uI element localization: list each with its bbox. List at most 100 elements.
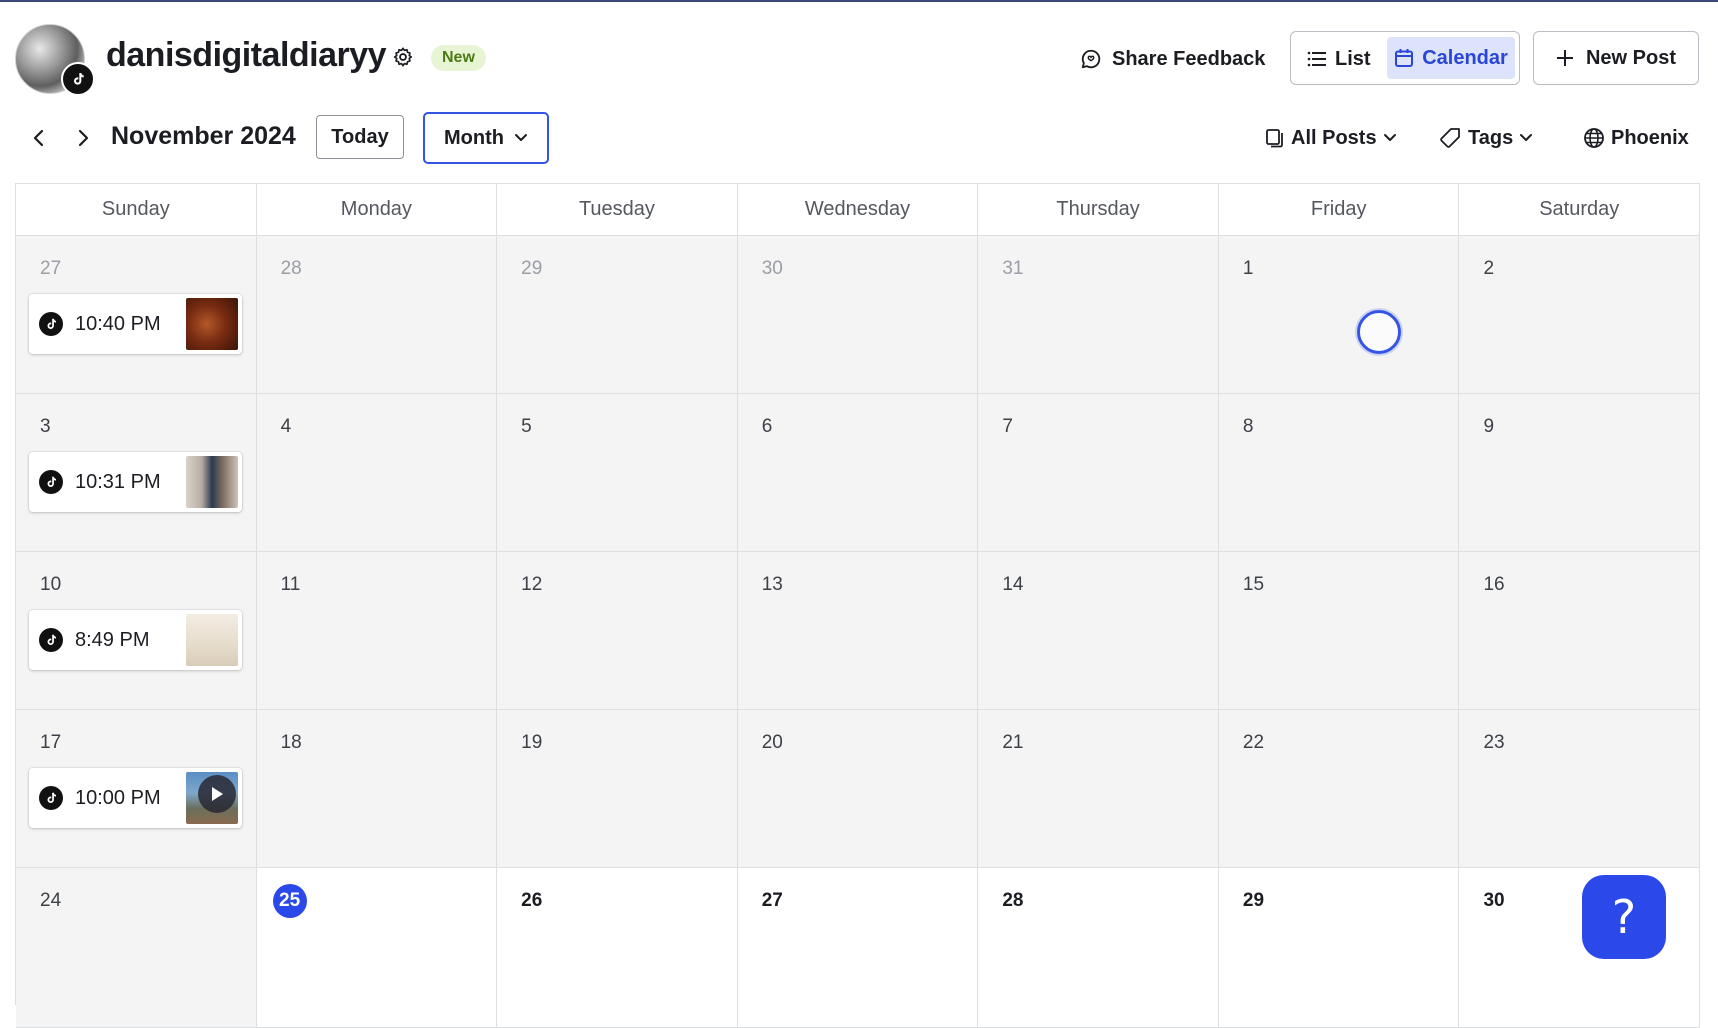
- tiktok-icon: [61, 62, 95, 96]
- day-cell[interactable]: 29: [1218, 868, 1460, 1028]
- new-post-button[interactable]: New Post: [1533, 31, 1699, 85]
- play-icon: [198, 775, 236, 813]
- chevron-right-icon[interactable]: [72, 124, 94, 152]
- day-cell[interactable]: 2: [1459, 236, 1701, 394]
- scheduled-post[interactable]: 8:49 PM: [29, 610, 242, 670]
- day-cell[interactable]: 22: [1218, 710, 1460, 868]
- day-cell[interactable]: 9: [1459, 394, 1701, 552]
- day-number: 31: [1002, 258, 1024, 279]
- day-cell[interactable]: 7: [978, 394, 1219, 552]
- day-cell[interactable]: 23: [1459, 710, 1701, 868]
- weekday-saturday: Saturday: [1459, 184, 1701, 236]
- day-cell[interactable]: 26: [497, 868, 738, 1028]
- day-cell[interactable]: 30: [737, 236, 979, 394]
- day-cell[interactable]: 3 10:31 PM: [16, 394, 257, 552]
- day-cell[interactable]: 14: [978, 552, 1219, 710]
- day-cell[interactable]: 5: [497, 394, 738, 552]
- day-cell[interactable]: 8: [1218, 394, 1460, 552]
- view-mode-label: Month: [444, 126, 504, 149]
- today-button[interactable]: Today: [316, 115, 404, 159]
- day-cell[interactable]: 4: [256, 394, 498, 552]
- day-number: 28: [1002, 890, 1024, 911]
- tiktok-icon: [39, 470, 63, 494]
- day-number: 8: [1242, 416, 1254, 437]
- month-calendar: Sunday Monday Tuesday Wednesday Thursday…: [15, 183, 1701, 1028]
- day-number: 30: [761, 258, 783, 279]
- list-view-button[interactable]: List: [1307, 42, 1371, 76]
- timezone-selector[interactable]: Phoenix: [1583, 122, 1689, 154]
- day-number: 20: [761, 732, 783, 753]
- day-number: 24: [40, 890, 62, 911]
- day-cell[interactable]: 1: [1218, 236, 1460, 394]
- gear-icon[interactable]: [392, 46, 414, 68]
- day-cell-today[interactable]: 25: [256, 868, 498, 1028]
- new-post-label: New Post: [1585, 46, 1677, 69]
- weekday-friday: Friday: [1218, 184, 1460, 236]
- day-cell[interactable]: 15: [1218, 552, 1460, 710]
- scheduled-post[interactable]: 10:00 PM: [29, 768, 242, 828]
- day-cell[interactable]: 16: [1459, 552, 1701, 710]
- post-time: 10:40 PM: [75, 312, 161, 335]
- tiktok-icon: [39, 786, 63, 810]
- day-number: 11: [280, 574, 301, 595]
- day-number: 12: [521, 574, 543, 595]
- day-number: 22: [1242, 732, 1265, 753]
- day-cell[interactable]: 28: [256, 236, 498, 394]
- day-cell[interactable]: 29: [497, 236, 738, 394]
- tags-filter[interactable]: Tags: [1440, 122, 1533, 154]
- share-feedback-button[interactable]: Share Feedback: [1080, 42, 1265, 76]
- day-number: 27: [40, 258, 62, 279]
- new-badge: New: [431, 45, 486, 71]
- day-number: 2: [1483, 258, 1495, 279]
- chevron-down-icon: [1520, 134, 1533, 141]
- day-cell[interactable]: 18: [256, 710, 498, 868]
- day-number: 29: [1242, 890, 1265, 911]
- day-number: 6: [761, 416, 773, 437]
- day-cell[interactable]: 31: [978, 236, 1219, 394]
- day-number: 1: [1242, 258, 1254, 279]
- all-posts-filter[interactable]: All Posts: [1265, 122, 1397, 154]
- scheduled-post[interactable]: 10:31 PM: [29, 452, 242, 512]
- view-mode-dropdown[interactable]: Month: [423, 112, 549, 164]
- day-cell[interactable]: 28: [978, 868, 1219, 1028]
- weekday-header: Sunday Monday Tuesday Wednesday Thursday…: [16, 184, 1701, 236]
- day-cell[interactable]: 13: [737, 552, 979, 710]
- post-time: 10:31 PM: [75, 470, 161, 493]
- tiktok-icon: [39, 312, 63, 336]
- weekday-thursday: Thursday: [978, 184, 1219, 236]
- chat-icon: [1081, 49, 1101, 69]
- scheduled-post[interactable]: 10:40 PM: [29, 294, 242, 354]
- day-number: 29: [521, 258, 543, 279]
- day-cell[interactable]: 27 10:40 PM: [16, 236, 257, 394]
- day-cell[interactable]: 11: [256, 552, 498, 710]
- chevron-down-icon: [514, 134, 527, 141]
- share-feedback-label: Share Feedback: [1112, 47, 1266, 70]
- day-number: 7: [1002, 416, 1013, 437]
- day-cell[interactable]: 6: [737, 394, 979, 552]
- tags-label: Tags: [1468, 126, 1514, 149]
- day-number: 28: [280, 258, 302, 279]
- day-number: 30: [1483, 890, 1505, 911]
- day-cell[interactable]: 24: [16, 868, 257, 1028]
- cursor-indicator: [1357, 310, 1401, 354]
- help-button[interactable]: ?: [1582, 875, 1666, 959]
- day-cell[interactable]: 20: [737, 710, 979, 868]
- post-time: 8:49 PM: [75, 628, 150, 651]
- tag-icon: [1440, 128, 1460, 148]
- chevron-left-icon[interactable]: [28, 124, 50, 152]
- globe-icon: [1584, 128, 1604, 148]
- day-cell[interactable]: 19: [497, 710, 738, 868]
- post-thumbnail: [186, 298, 238, 350]
- day-cell[interactable]: 12: [497, 552, 738, 710]
- day-cell[interactable]: 27: [737, 868, 979, 1028]
- header: danisdigitaldiaryy New Share Feedback Li…: [0, 2, 1718, 112]
- day-number: 17: [40, 732, 62, 753]
- day-cell[interactable]: 10 8:49 PM: [16, 552, 257, 710]
- day-number: 14: [1002, 574, 1024, 595]
- week-row: 3 10:31 PM 4 5 6 7 8 9: [16, 394, 1701, 552]
- weekday-monday: Monday: [256, 184, 498, 236]
- calendar-view-button[interactable]: Calendar: [1387, 37, 1515, 79]
- day-number: 23: [1483, 732, 1505, 753]
- day-cell[interactable]: 21: [978, 710, 1219, 868]
- day-cell[interactable]: 17 10:00 PM: [16, 710, 257, 868]
